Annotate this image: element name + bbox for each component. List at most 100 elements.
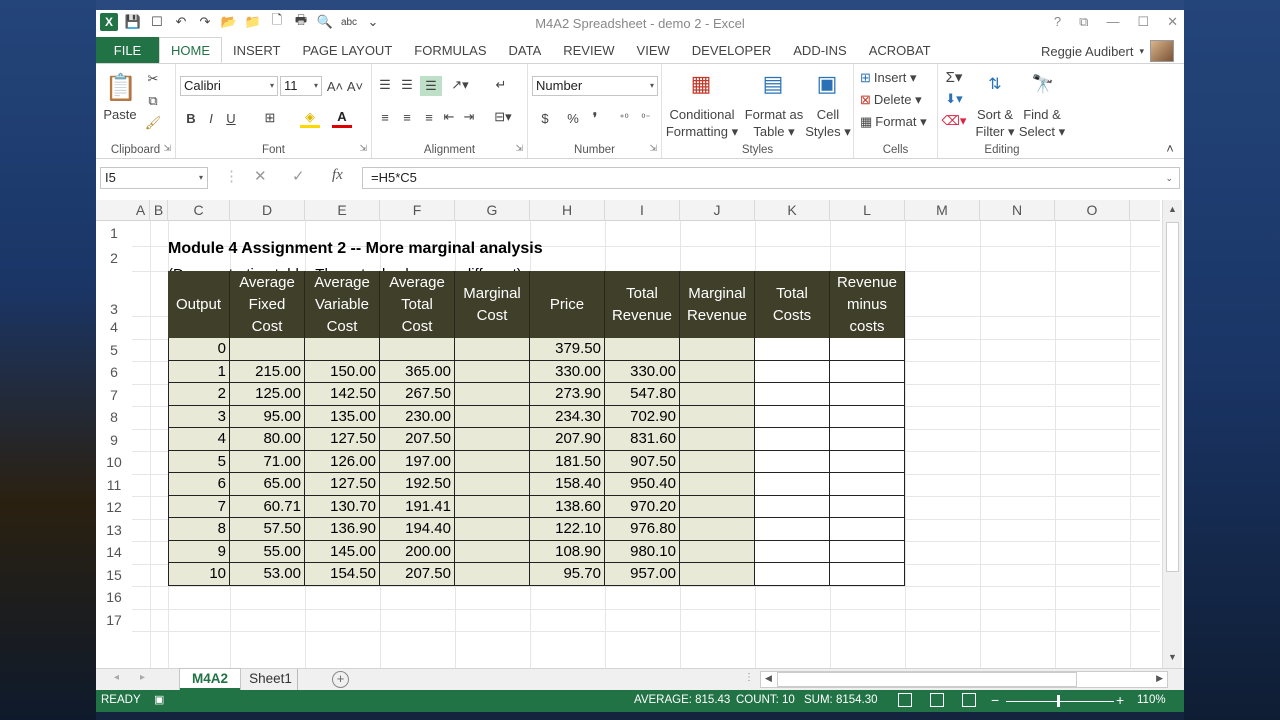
table-cell[interactable] <box>455 495 530 518</box>
dialog-launcher-icon[interactable]: ⇲ <box>359 143 367 154</box>
cell-styles-button[interactable]: Cell Styles ▾ <box>804 106 852 140</box>
table-header[interactable]: Total Costs <box>755 271 830 338</box>
decrease-indent-icon[interactable]: ⇤ <box>440 108 458 126</box>
table-cell[interactable]: 181.50 <box>530 450 605 473</box>
table-cell[interactable]: 976.80 <box>605 518 680 541</box>
row-header-12[interactable]: 12 <box>96 496 132 519</box>
table-cell[interactable] <box>755 518 830 541</box>
table-cell[interactable]: 1 <box>168 360 230 383</box>
scroll-right-icon[interactable]: ▶ <box>1156 673 1163 684</box>
copy-icon[interactable]: ⧉ <box>144 92 162 110</box>
column-header-h[interactable]: H <box>530 200 605 221</box>
row-header-16[interactable]: 16 <box>96 586 132 609</box>
bottom-align-icon[interactable]: ☰ <box>420 76 442 96</box>
dialog-launcher-icon[interactable]: ⇲ <box>163 143 171 154</box>
close-icon[interactable]: ✕ <box>1167 14 1178 30</box>
table-cell[interactable]: 154.50 <box>305 563 380 586</box>
table-cell[interactable]: 273.90 <box>530 383 605 406</box>
tab-file[interactable]: FILE <box>96 37 159 63</box>
prev-sheet-icon[interactable]: ◂ <box>114 672 119 683</box>
table-cell[interactable]: 5 <box>168 450 230 473</box>
table-cell[interactable] <box>755 450 830 473</box>
dialog-launcher-icon[interactable]: ⇲ <box>515 143 523 154</box>
table-cell[interactable]: 60.71 <box>230 495 305 518</box>
tab-insert[interactable]: INSERT <box>222 37 291 63</box>
table-cell[interactable] <box>755 540 830 563</box>
status-average[interactable]: AVERAGE: 815.43 <box>634 694 730 706</box>
column-header-b[interactable]: B <box>150 200 168 221</box>
table-cell[interactable]: 57.50 <box>230 518 305 541</box>
maximize-icon[interactable]: ☐ <box>1137 14 1149 30</box>
table-cell[interactable]: 130.70 <box>305 495 380 518</box>
row-header-10[interactable]: 10 <box>96 451 132 474</box>
table-cell[interactable] <box>455 383 530 406</box>
table-cell[interactable]: 194.40 <box>380 518 455 541</box>
table-cell[interactable]: 957.00 <box>605 563 680 586</box>
table-cell[interactable] <box>680 563 755 586</box>
table-cell[interactable] <box>680 428 755 451</box>
wrap-text-icon[interactable]: ↵ <box>492 76 510 94</box>
table-cell[interactable]: 126.00 <box>305 450 380 473</box>
table-cell[interactable]: 207.50 <box>380 428 455 451</box>
table-cell[interactable]: 702.90 <box>605 405 680 428</box>
fill-icon[interactable]: ⬇▾ <box>942 90 966 108</box>
scroll-left-icon[interactable]: ◀ <box>765 673 772 684</box>
row-header-6[interactable]: 6 <box>96 361 132 384</box>
table-cell[interactable]: 9 <box>168 540 230 563</box>
table-cell[interactable]: 135.00 <box>305 405 380 428</box>
table-cell[interactable] <box>830 405 905 428</box>
table-cell[interactable]: 970.20 <box>605 495 680 518</box>
clear-icon[interactable]: ⌫▾ <box>942 112 967 130</box>
table-cell[interactable] <box>455 405 530 428</box>
column-header-e[interactable]: E <box>305 200 380 221</box>
table-cell[interactable] <box>680 360 755 383</box>
table-cell[interactable] <box>830 473 905 496</box>
sheet-tab-sheet1[interactable]: Sheet1 <box>244 669 298 690</box>
zoom-slider-thumb[interactable] <box>1057 695 1060 707</box>
column-header-g[interactable]: G <box>455 200 530 221</box>
cancel-icon[interactable]: ✕ <box>254 167 267 185</box>
status-sum[interactable]: SUM: 8154.30 <box>804 694 878 706</box>
column-header-c[interactable]: C <box>168 200 230 221</box>
row-header-15[interactable]: 15 <box>96 564 132 587</box>
row-header-3[interactable]: 3 <box>96 271 132 316</box>
table-cell[interactable]: 831.60 <box>605 428 680 451</box>
merge-center-icon[interactable]: ⊟▾ <box>488 108 518 126</box>
tab-splitter-icon[interactable]: ⋮ <box>744 672 754 683</box>
table-cell[interactable]: 365.00 <box>380 360 455 383</box>
font-name-dropdown[interactable]: Calibri ▾ <box>180 76 278 96</box>
table-header[interactable]: Marginal Revenue <box>680 271 755 338</box>
table-cell[interactable] <box>830 428 905 451</box>
table-cell[interactable] <box>830 563 905 586</box>
horizontal-scroll-thumb[interactable] <box>777 672 1077 687</box>
minimize-icon[interactable]: — <box>1106 14 1119 30</box>
shrink-font-icon[interactable]: A˅ <box>346 76 364 96</box>
table-cell[interactable]: 4 <box>168 428 230 451</box>
insert-cells-button[interactable]: ⊞ Insert ▾ <box>860 70 917 86</box>
name-box[interactable]: I5 ▾ <box>100 167 208 189</box>
collapse-ribbon-icon[interactable]: ˄ <box>1162 140 1178 156</box>
percent-icon[interactable]: % <box>564 108 582 128</box>
table-cell[interactable] <box>755 473 830 496</box>
column-header-i[interactable]: I <box>605 200 680 221</box>
table-cell[interactable]: 547.80 <box>605 383 680 406</box>
sheet-tab-m4a2[interactable]: M4A2 <box>180 669 240 690</box>
table-cell[interactable] <box>680 338 755 361</box>
table-cell[interactable] <box>755 405 830 428</box>
scroll-up-icon[interactable]: ▲ <box>1168 204 1177 214</box>
column-header-f[interactable]: F <box>380 200 455 221</box>
table-cell[interactable]: 95.70 <box>530 563 605 586</box>
table-cell[interactable] <box>455 338 530 361</box>
table-cell[interactable] <box>455 450 530 473</box>
table-cell[interactable]: 230.00 <box>380 405 455 428</box>
table-cell[interactable]: 8 <box>168 518 230 541</box>
column-header-l[interactable]: L <box>830 200 905 221</box>
align-right-icon[interactable]: ≡ <box>420 108 438 126</box>
tab-formulas[interactable]: FORMULAS <box>403 37 497 63</box>
table-cell[interactable] <box>830 495 905 518</box>
column-header-o[interactable]: O <box>1055 200 1130 221</box>
row-header-1[interactable]: 1 <box>96 221 132 246</box>
user-account[interactable]: Reggie Audibert ▾ <box>1041 40 1174 62</box>
row-header-8[interactable]: 8 <box>96 406 132 429</box>
status-count[interactable]: COUNT: 10 <box>736 694 795 706</box>
